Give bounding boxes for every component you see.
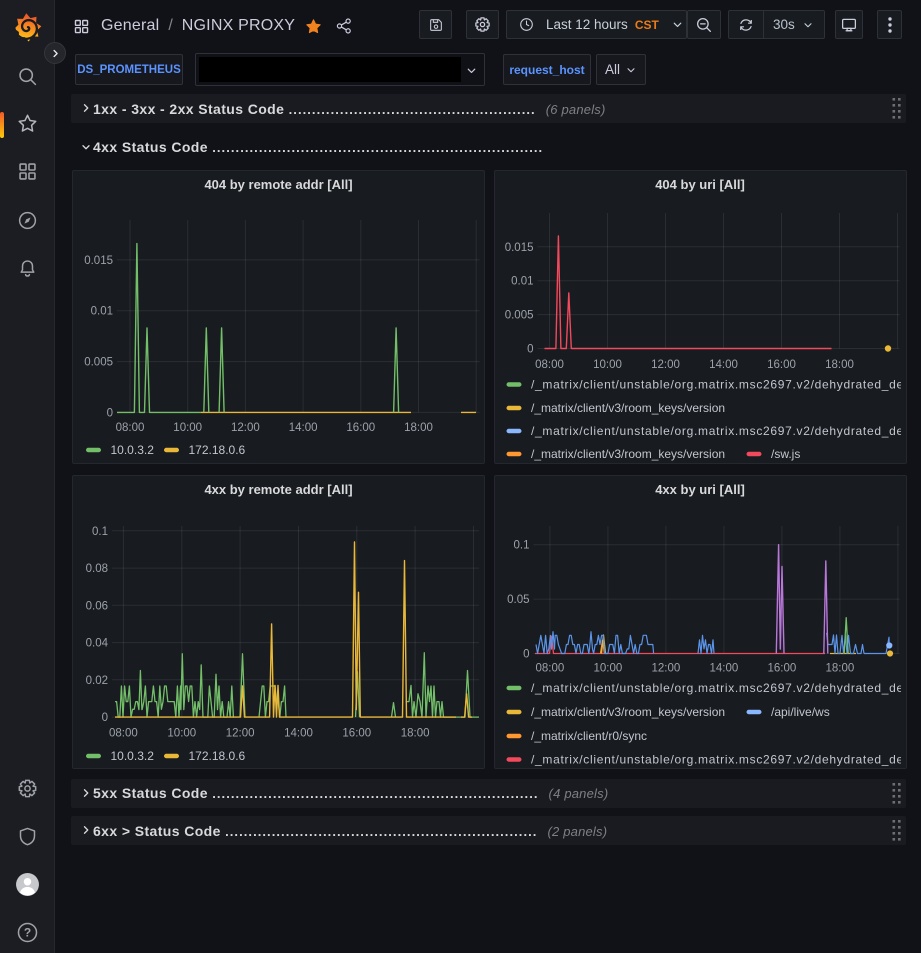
svg-text:10.0.3.2: 10.0.3.2 <box>111 749 155 763</box>
svg-text:10.0.3.2: 10.0.3.2 <box>111 443 155 457</box>
svg-text:/_matrix/client/unstable/org.m: /_matrix/client/unstable/org.matrix.msc2… <box>531 752 907 766</box>
svg-text:/sw.js: /sw.js <box>771 447 800 461</box>
svg-text:172.18.0.6: 172.18.0.6 <box>189 443 246 457</box>
svg-text:/_matrix/client/unstable/org.m: /_matrix/client/unstable/org.matrix.msc2… <box>531 681 907 695</box>
svg-text:/_matrix/client/v3/room_keys/v: /_matrix/client/v3/room_keys/version <box>531 705 725 719</box>
svg-text:/_matrix/client/r0/sync: /_matrix/client/r0/sync <box>531 729 647 743</box>
svg-text:/_matrix/client/unstable/org.m: /_matrix/client/unstable/org.matrix.msc2… <box>531 424 907 438</box>
svg-text:172.18.0.6: 172.18.0.6 <box>189 749 246 763</box>
svg-text:/_matrix/client/unstable/org.m: /_matrix/client/unstable/org.matrix.msc2… <box>531 378 907 392</box>
svg-text:/_matrix/client/v3/room_keys/v: /_matrix/client/v3/room_keys/version <box>531 401 725 415</box>
svg-text:/_matrix/client/v3/room_keys/v: /_matrix/client/v3/room_keys/version <box>531 447 725 461</box>
svg-text:/api/live/ws: /api/live/ws <box>771 705 830 719</box>
svg-text:?: ? <box>24 926 31 940</box>
